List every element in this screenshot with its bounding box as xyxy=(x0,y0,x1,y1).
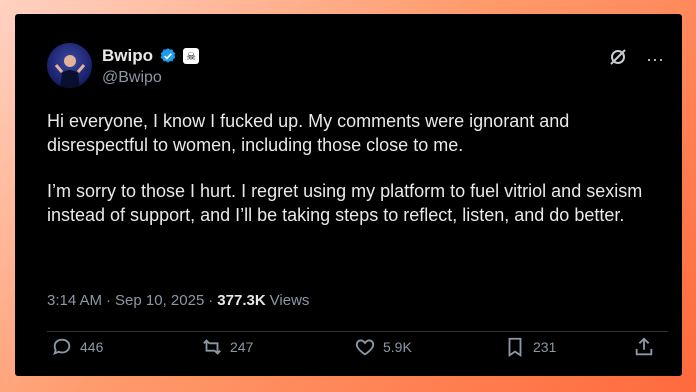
like-count: 5.9K xyxy=(383,339,412,355)
tweet-time[interactable]: 3:14 AM xyxy=(47,292,102,309)
tweet-paragraph-2: I’m sorry to those I hurt. I regret usin… xyxy=(47,181,643,225)
views-label: Views xyxy=(269,292,310,309)
views-count: 377.3K xyxy=(217,292,266,309)
more-options-icon[interactable]: ··· xyxy=(646,49,664,70)
orange-frame: Bwipo ☠ @Bwipo ··· Hi everyone, I know I… xyxy=(0,0,696,392)
bookmark-count: 231 xyxy=(533,339,557,355)
heart-icon xyxy=(355,339,375,356)
tweet-card: Bwipo ☠ @Bwipo ··· Hi everyone, I know I… xyxy=(15,14,682,376)
repost-icon xyxy=(203,339,221,355)
meta-separator: · xyxy=(208,292,214,309)
author-name[interactable]: Bwipo xyxy=(102,46,153,66)
reply-icon xyxy=(53,338,71,356)
grok-icon[interactable] xyxy=(608,47,628,72)
repost-count: 247 xyxy=(230,339,254,355)
top-right-icons: ··· xyxy=(608,47,664,72)
avatar[interactable] xyxy=(47,43,92,88)
bookmark-button[interactable]: 231 xyxy=(504,336,556,358)
share-icon xyxy=(635,337,653,356)
tweet-date[interactable]: Sep 10, 2025 xyxy=(115,292,204,309)
divider xyxy=(47,331,668,332)
like-button[interactable]: 5.9K xyxy=(354,336,412,358)
reply-button[interactable]: 446 xyxy=(51,336,103,358)
meta-separator: · xyxy=(106,292,112,309)
skull-crossbones-icon[interactable]: ☠ xyxy=(183,48,199,64)
bookmark-icon xyxy=(508,337,522,357)
author-handle[interactable]: @Bwipo xyxy=(102,69,162,87)
share-button[interactable] xyxy=(633,336,655,358)
tweet-paragraph-1: Hi everyone, I know I fucked up. My comm… xyxy=(47,111,570,155)
tweet-meta: 3:14 AM · Sep 10, 2025 · 377.3K Views xyxy=(47,292,309,309)
tweet-text: Hi everyone, I know I fucked up. My comm… xyxy=(47,109,667,249)
repost-button[interactable]: 247 xyxy=(201,336,253,358)
verified-badge-icon xyxy=(160,48,176,63)
avatar-person-icon xyxy=(54,55,86,88)
author-row: Bwipo ☠ xyxy=(102,46,199,66)
reply-count: 446 xyxy=(80,339,104,355)
